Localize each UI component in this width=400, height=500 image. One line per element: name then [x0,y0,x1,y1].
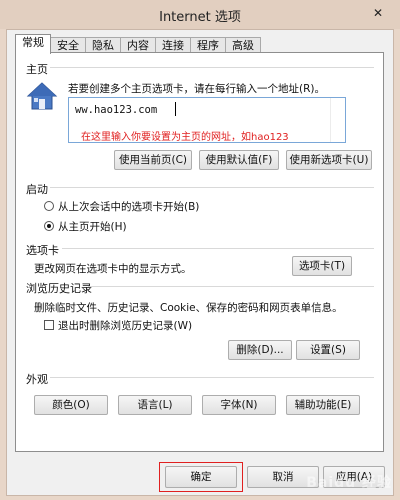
ok-button[interactable]: 确定 [165,466,237,488]
startup-last-session-label: 从上次会话中的选项卡开始(B) [58,201,200,213]
tab-strip: 常规 安全 隐私 内容 连接 程序 高级 [15,34,261,54]
delete-on-exit-checkbox[interactable] [44,320,54,330]
colors-button[interactable]: 颜色(O) [34,395,108,415]
appearance-section-label: 外观 [26,373,48,386]
startup-divider [50,187,374,188]
appearance-divider [50,377,374,378]
general-panel: 主页 若要创建多个主页选项卡，请在每行输入一个地址(R)。 ww.hao123.… [15,52,384,452]
close-button[interactable]: ✕ [364,4,392,22]
home-icon [26,82,58,110]
tabs-description: 更改网页在选项卡中的显示方式。 [34,263,192,275]
history-divider [88,286,374,287]
input-scrollbar [330,98,345,142]
home-url-input[interactable]: ww.hao123.com 在这里输入你要设置为主页的网址，如hao123 [68,97,346,143]
delete-history-button[interactable]: 删除(D)... [228,340,292,360]
history-section-label: 浏览历史记录 [26,282,92,295]
accessibility-button[interactable]: 辅助功能(E) [286,395,360,415]
use-current-button[interactable]: 使用当前页(C) [114,150,192,170]
startup-home-radio[interactable] [44,221,54,231]
home-instruction: 若要创建多个主页选项卡，请在每行输入一个地址(R)。 [68,83,325,95]
startup-section-label: 启动 [26,183,48,196]
home-url-value: ww.hao123.com [75,104,158,116]
annotation-text: 在这里输入你要设置为主页的网址，如hao123 [81,132,289,143]
use-new-tab-button[interactable]: 使用新选项卡(U) [286,150,372,170]
startup-home-label: 从主页开始(H) [58,221,127,233]
fonts-button[interactable]: 字体(N) [202,395,276,415]
delete-on-exit-label: 退出时删除浏览历史记录(W) [58,320,193,332]
history-settings-button[interactable]: 设置(S) [296,340,360,360]
startup-last-session-radio[interactable] [44,201,54,211]
languages-button[interactable]: 语言(L) [118,395,192,415]
tabs-settings-button[interactable]: 选项卡(T) [292,256,352,276]
home-divider [50,67,374,68]
internet-options-dialog: 常规 安全 隐私 内容 连接 程序 高级 主页 若要创建多个主页选项卡，请在每行… [6,29,394,496]
title-bar: Internet 选项 ✕ [0,0,400,29]
tabs-divider [62,248,374,249]
tabs-section-label: 选项卡 [26,244,59,257]
tab-general[interactable]: 常规 [15,34,51,54]
text-caret [175,102,176,116]
window-title: Internet 选项 [159,10,241,25]
home-section-label: 主页 [26,63,48,76]
use-default-button[interactable]: 使用默认值(F) [199,150,279,170]
baidu-watermark: Baidu 经验 [306,475,392,491]
history-description: 删除临时文件、历史记录、Cookie、保存的密码和网页表单信息。 [34,302,343,314]
